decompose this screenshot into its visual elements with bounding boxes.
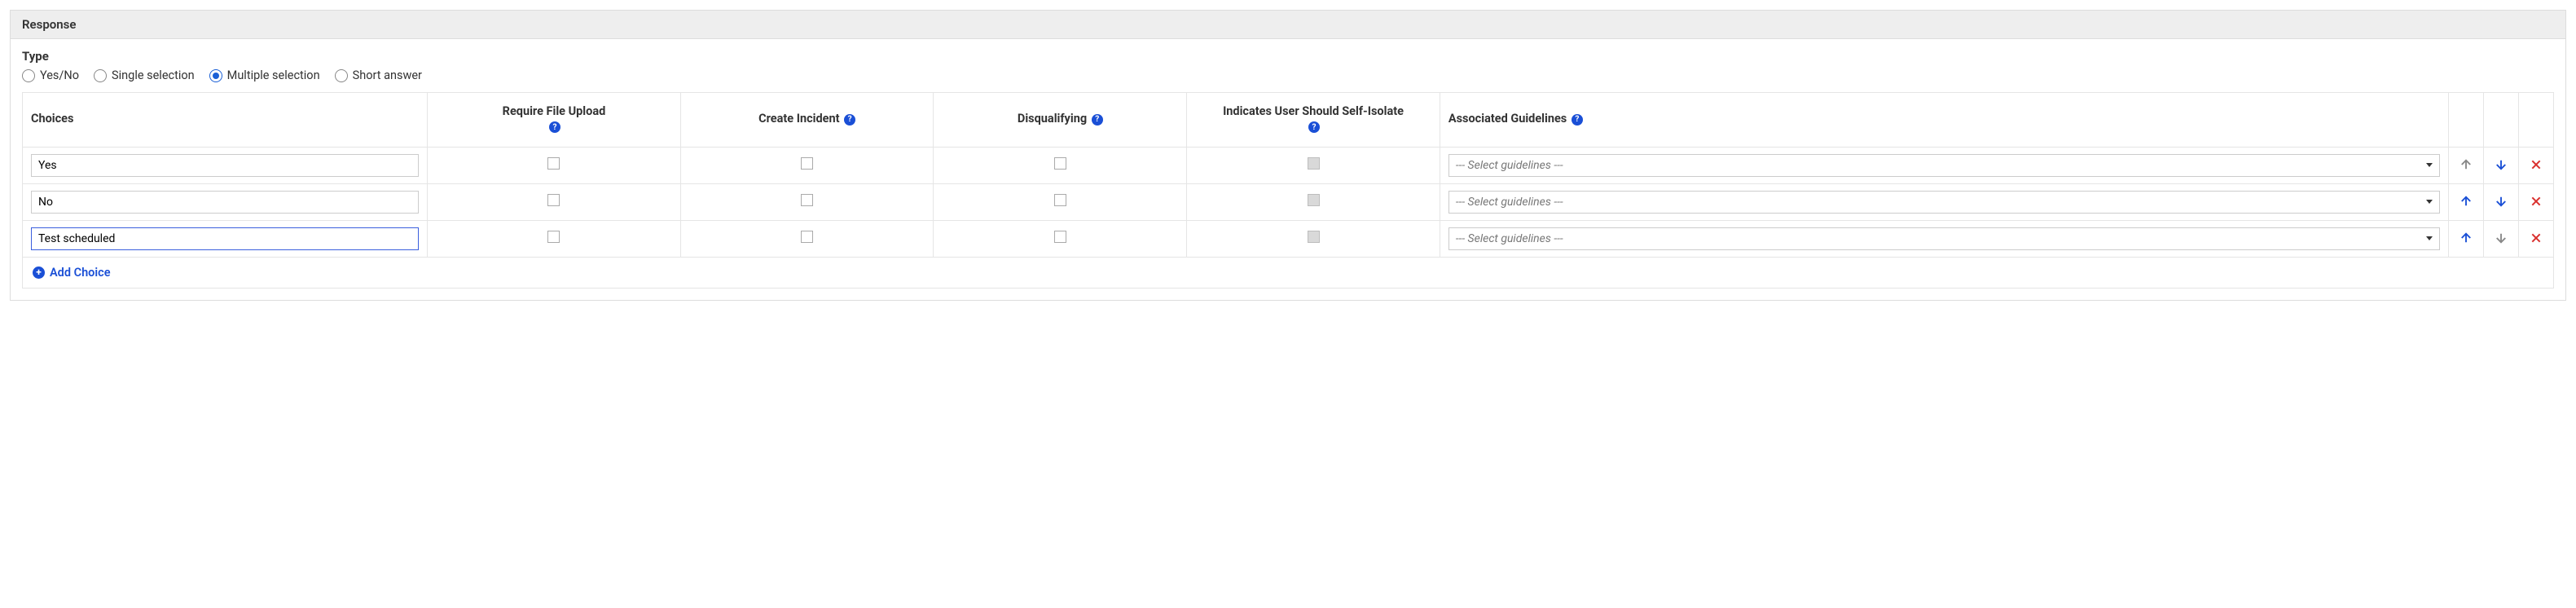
self-isolate-checkbox: [1308, 157, 1320, 170]
choice-input[interactable]: [31, 191, 419, 214]
radio-icon: [94, 69, 107, 82]
delete-row-button[interactable]: [2527, 156, 2545, 174]
create-incident-checkbox[interactable]: [801, 157, 813, 170]
radio-label: Multiple selection: [227, 68, 320, 82]
choice-input[interactable]: [31, 227, 419, 250]
help-icon[interactable]: ?: [844, 114, 855, 126]
self-isolate-checkbox: [1308, 231, 1320, 243]
radio-icon: [22, 69, 35, 82]
move-down-button[interactable]: [2492, 156, 2510, 174]
disqualifying-checkbox[interactable]: [1054, 194, 1066, 206]
radio-icon: [335, 69, 348, 82]
response-panel: Response Type Yes/No Single selection Mu…: [10, 10, 2566, 301]
chevron-down-icon: [2426, 236, 2433, 240]
panel-header: Response: [11, 11, 2565, 39]
create-incident-checkbox[interactable]: [801, 194, 813, 206]
choices-table: Choices Require File Upload ? Create Inc…: [22, 92, 2554, 289]
add-choice-label: Add Choice: [50, 266, 111, 280]
table-row: --- Select guidelines ---: [23, 147, 2554, 183]
move-up-button[interactable]: [2457, 229, 2475, 247]
move-up-button[interactable]: [2457, 192, 2475, 210]
radio-label: Yes/No: [40, 68, 79, 82]
radio-multiple[interactable]: Multiple selection: [209, 68, 320, 82]
delete-row-button[interactable]: [2527, 229, 2545, 247]
type-label: Type: [22, 49, 2554, 64]
select-placeholder: --- Select guidelines ---: [1456, 196, 1563, 209]
table-row: --- Select guidelines ---: [23, 220, 2554, 257]
guidelines-select[interactable]: --- Select guidelines ---: [1448, 227, 2440, 250]
col-disqualifying: Disqualifying ?: [934, 93, 1187, 148]
col-require-upload: Require File Upload ?: [428, 93, 681, 148]
add-choice-button[interactable]: + Add Choice: [33, 266, 111, 280]
move-down-button[interactable]: [2492, 192, 2510, 210]
col-create-incident: Create Incident ?: [680, 93, 934, 148]
move-down-button: [2492, 229, 2510, 247]
radio-short[interactable]: Short answer: [335, 68, 422, 82]
radio-label: Single selection: [112, 68, 195, 82]
col-delete: [2519, 93, 2554, 148]
chevron-down-icon: [2426, 163, 2433, 167]
help-icon[interactable]: ?: [549, 121, 560, 133]
require-upload-checkbox[interactable]: [547, 157, 560, 170]
select-placeholder: --- Select guidelines ---: [1456, 232, 1563, 245]
panel-title: Response: [22, 17, 76, 32]
col-choices: Choices: [23, 93, 428, 148]
chevron-down-icon: [2426, 200, 2433, 204]
table-row: --- Select guidelines ---: [23, 183, 2554, 220]
guidelines-select[interactable]: --- Select guidelines ---: [1448, 191, 2440, 214]
radio-single[interactable]: Single selection: [94, 68, 195, 82]
radio-icon: [209, 69, 222, 82]
radio-yesno[interactable]: Yes/No: [22, 68, 79, 82]
help-icon[interactable]: ?: [1308, 121, 1320, 133]
guidelines-select[interactable]: --- Select guidelines ---: [1448, 154, 2440, 177]
disqualifying-checkbox[interactable]: [1054, 231, 1066, 243]
table-header-row: Choices Require File Upload ? Create Inc…: [23, 93, 2554, 148]
move-up-button: [2457, 156, 2475, 174]
col-move-down: [2484, 93, 2519, 148]
require-upload-checkbox[interactable]: [547, 231, 560, 243]
require-upload-checkbox[interactable]: [547, 194, 560, 206]
select-placeholder: --- Select guidelines ---: [1456, 159, 1563, 172]
delete-row-button[interactable]: [2527, 192, 2545, 210]
choice-input[interactable]: [31, 154, 419, 177]
col-guidelines: Associated Guidelines ?: [1440, 93, 2448, 148]
disqualifying-checkbox[interactable]: [1054, 157, 1066, 170]
help-icon[interactable]: ?: [1572, 114, 1583, 126]
type-radio-group: Yes/No Single selection Multiple selecti…: [22, 68, 2554, 82]
col-move-up: [2449, 93, 2484, 148]
create-incident-checkbox[interactable]: [801, 231, 813, 243]
panel-body: Type Yes/No Single selection Multiple se…: [11, 39, 2565, 300]
self-isolate-checkbox: [1308, 194, 1320, 206]
add-choice-row: + Add Choice: [23, 257, 2554, 288]
help-icon[interactable]: ?: [1092, 114, 1103, 126]
col-self-isolate: Indicates User Should Self-Isolate ?: [1187, 93, 1440, 148]
radio-label: Short answer: [353, 68, 422, 82]
plus-icon: +: [33, 267, 45, 279]
